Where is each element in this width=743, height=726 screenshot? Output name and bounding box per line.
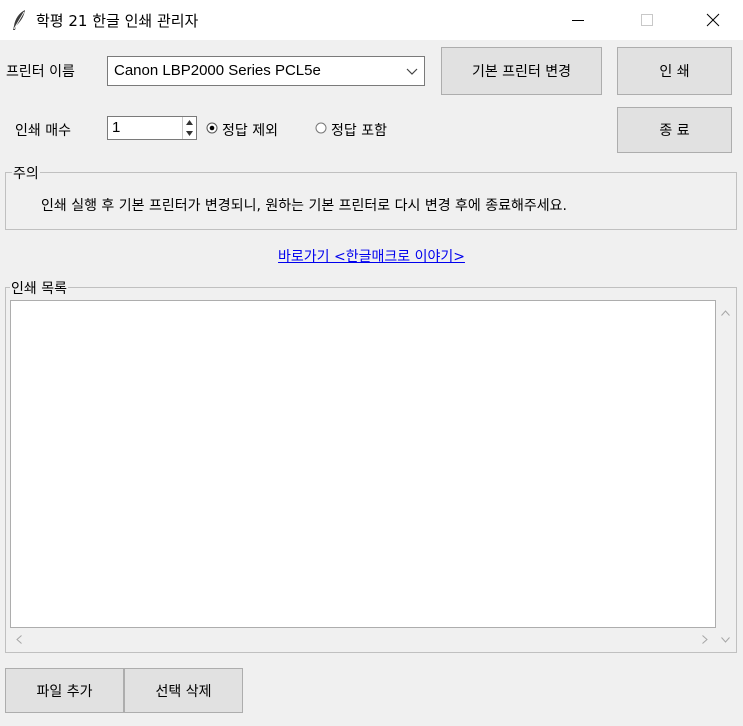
add-file-button[interactable]: 파일 추가 bbox=[5, 668, 124, 713]
window-title: 학평 21 한글 인쇄 관리자 bbox=[36, 12, 199, 30]
feather-icon bbox=[10, 9, 28, 31]
spin-up-icon[interactable] bbox=[183, 117, 196, 128]
set-default-printer-button[interactable]: 기본 프린터 변경 bbox=[441, 47, 602, 95]
horizontal-scrollbar[interactable] bbox=[10, 628, 716, 651]
radio-checked-icon bbox=[206, 122, 218, 134]
print-list-legend: 인쇄 목록 bbox=[10, 278, 68, 298]
printer-name-label: 프린터 이름 bbox=[6, 64, 75, 80]
exclude-answers-label: 정답 제외 bbox=[222, 123, 278, 139]
chevron-down-icon bbox=[406, 68, 418, 75]
radio-unchecked-icon bbox=[315, 122, 327, 134]
minimize-icon bbox=[572, 19, 584, 21]
print-copies-label: 인쇄 매수 bbox=[15, 123, 71, 139]
close-icon bbox=[706, 13, 720, 27]
notice-text: 인쇄 실행 후 기본 프린터가 변경되니, 원하는 기본 프린터로 다시 변경 … bbox=[41, 198, 567, 214]
scroll-right-icon[interactable] bbox=[696, 630, 714, 648]
scroll-left-icon[interactable] bbox=[10, 630, 28, 648]
vertical-scrollbar[interactable] bbox=[716, 300, 734, 651]
print-listbox[interactable] bbox=[10, 300, 716, 628]
exit-button[interactable]: 종 료 bbox=[617, 107, 732, 153]
notice-group: 주의 인쇄 실행 후 기본 프린터가 변경되니, 원하는 기본 프린터로 다시 … bbox=[5, 163, 737, 230]
title-bar: 학평 21 한글 인쇄 관리자 bbox=[0, 0, 743, 40]
print-button[interactable]: 인 쇄 bbox=[617, 47, 732, 95]
notice-legend: 주의 bbox=[12, 163, 40, 183]
close-button[interactable] bbox=[690, 0, 736, 40]
scroll-up-icon[interactable] bbox=[716, 304, 734, 322]
maximize-button[interactable] bbox=[624, 0, 670, 40]
minimize-button[interactable] bbox=[555, 0, 601, 40]
shortcut-link[interactable]: 바로가기 <한글매크로 이야기> bbox=[0, 246, 743, 266]
maximize-icon bbox=[641, 14, 653, 26]
printer-select-value: Canon LBP2000 Series PCL5e bbox=[114, 62, 321, 79]
spin-down-icon[interactable] bbox=[183, 128, 196, 139]
print-list-group: 인쇄 목록 bbox=[5, 278, 737, 653]
delete-selected-button[interactable]: 선택 삭제 bbox=[124, 668, 243, 713]
include-answers-label: 정답 포함 bbox=[331, 123, 387, 139]
printer-select[interactable]: Canon LBP2000 Series PCL5e bbox=[107, 56, 425, 86]
copies-spinbox[interactable]: 1 bbox=[107, 116, 197, 140]
spin-buttons bbox=[182, 117, 196, 139]
scroll-down-icon[interactable] bbox=[716, 631, 734, 649]
copies-value: 1 bbox=[112, 119, 121, 136]
